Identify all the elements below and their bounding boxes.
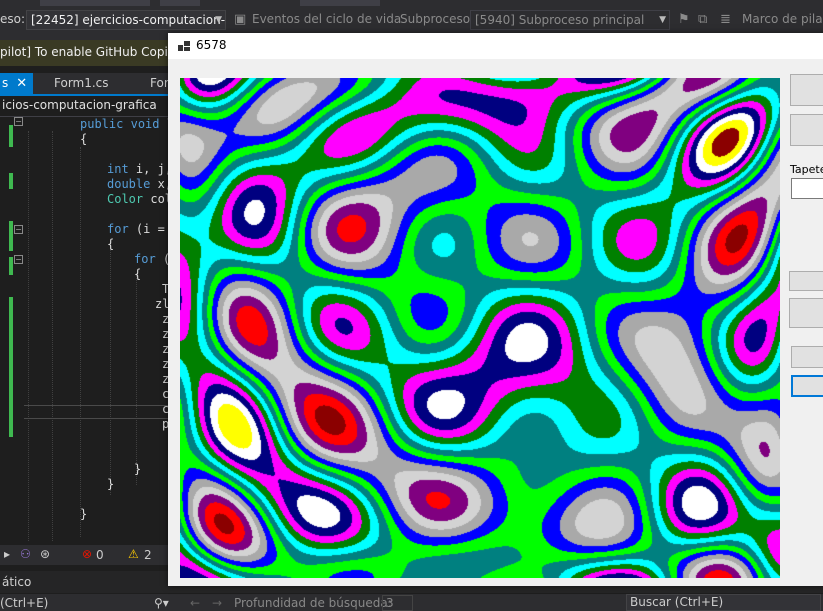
change-marker [9,257,13,275]
button-3[interactable] [789,271,823,291]
button-4[interactable] [789,298,823,328]
back-arrow-icon[interactable]: ← [190,596,200,610]
code-line: { [134,267,142,281]
tapete-input[interactable] [791,178,823,199]
stack-icon[interactable]: ≣ [720,12,731,27]
zoom-dropdown[interactable]: ▸ [4,547,10,561]
button-6[interactable] [791,375,823,397]
button-2[interactable] [790,114,823,146]
close-icon[interactable]: ✕ [16,76,27,91]
copilot-icon[interactable]: ⚇ [20,547,31,561]
tab-label: s [2,76,9,90]
chevron-down-icon: ▼ [659,15,666,25]
change-marker [9,221,13,251]
warning-icon[interactable]: ⚠ [128,547,139,561]
change-marker [9,125,13,147]
form-titlebar[interactable]: 6578 [168,33,823,59]
change-marker [9,173,13,189]
toolbar-top-strip [0,0,823,7]
code-line: { [107,237,115,251]
form-title: 6578 [196,38,227,52]
code-line: public void l [80,117,174,131]
code-line: } [80,507,88,521]
tab-form-designer[interactable]: For [150,73,169,94]
project-dropdown[interactable]: icios-computacion-grafica [2,98,157,112]
change-marker [9,297,13,437]
health-icon[interactable]: ⊛ [40,547,50,561]
process-value: [22452] ejercicios-computacion-gr [31,13,226,27]
tab-active[interactable]: s ✕ [0,73,34,94]
code-line: } [134,462,142,476]
label-tapete: Tapete [790,163,823,176]
button-1[interactable] [790,74,823,106]
search-input[interactable]: Buscar (Ctrl+E) [626,594,821,611]
code-line: for (i = [107,222,165,236]
forward-arrow-icon[interactable]: → [212,596,222,610]
fold-toggle[interactable]: − [14,225,23,234]
code-line: { [80,132,88,146]
find-bar: (Ctrl+E) ⚲▾ ← → Profundidad de búsqueda:… [0,594,823,611]
fold-toggle[interactable]: − [14,117,23,126]
thread-value: [5940] Subproceso principal [475,13,645,27]
find-shortcut: (Ctrl+E) [0,596,49,610]
thread-combo[interactable]: [5940] Subproceso principal ▼ [470,10,670,30]
button-5[interactable] [791,346,823,368]
code-line: double x, [107,177,173,191]
chevron-down-icon: ▼ [215,15,222,25]
current-line-highlight [24,405,168,419]
pattern-image [180,78,780,578]
tab-label: Form1.cs [54,76,109,90]
pattern-canvas[interactable] [180,78,780,578]
error-icon[interactable]: ⊗ [82,547,92,561]
flag-icon[interactable]: ⚑ [678,12,690,27]
error-count[interactable]: 0 [96,548,104,562]
depth-combo[interactable]: 3 [382,595,413,611]
depth-value: 3 [386,596,394,610]
copilot-message: pilot] To enable GitHub Copilot, [0,45,188,59]
code-line: Color col [107,192,173,206]
lifecycle-icon: ▣ [234,12,247,27]
app-window-icon [178,41,190,51]
depth-label: Profundidad de búsqueda: [234,596,392,610]
form-window: 6578 Tapete [168,33,823,586]
search-icon[interactable]: ⚲▾ [154,596,169,610]
tab-form1[interactable]: Form1.cs [54,73,109,94]
tab-label: For [150,76,169,90]
fold-toggle[interactable]: − [14,255,23,264]
stack-frame-label: Marco de pila: [742,12,823,26]
process-label: eso: [0,12,26,26]
thread-label: Subproceso: [400,12,475,26]
process-combo[interactable]: [22452] ejercicios-computacion-gr ▼ [26,10,226,30]
code-line: } [107,477,115,491]
code-line: for ( [134,252,171,266]
thread-filter-icon[interactable]: ⧉ [698,12,707,27]
warning-count[interactable]: 2 [144,548,152,562]
code-line: int i, j, [107,162,173,176]
lifecycle-events-button[interactable]: Eventos del ciclo de vida [252,12,401,26]
output-title: ático [2,575,32,589]
